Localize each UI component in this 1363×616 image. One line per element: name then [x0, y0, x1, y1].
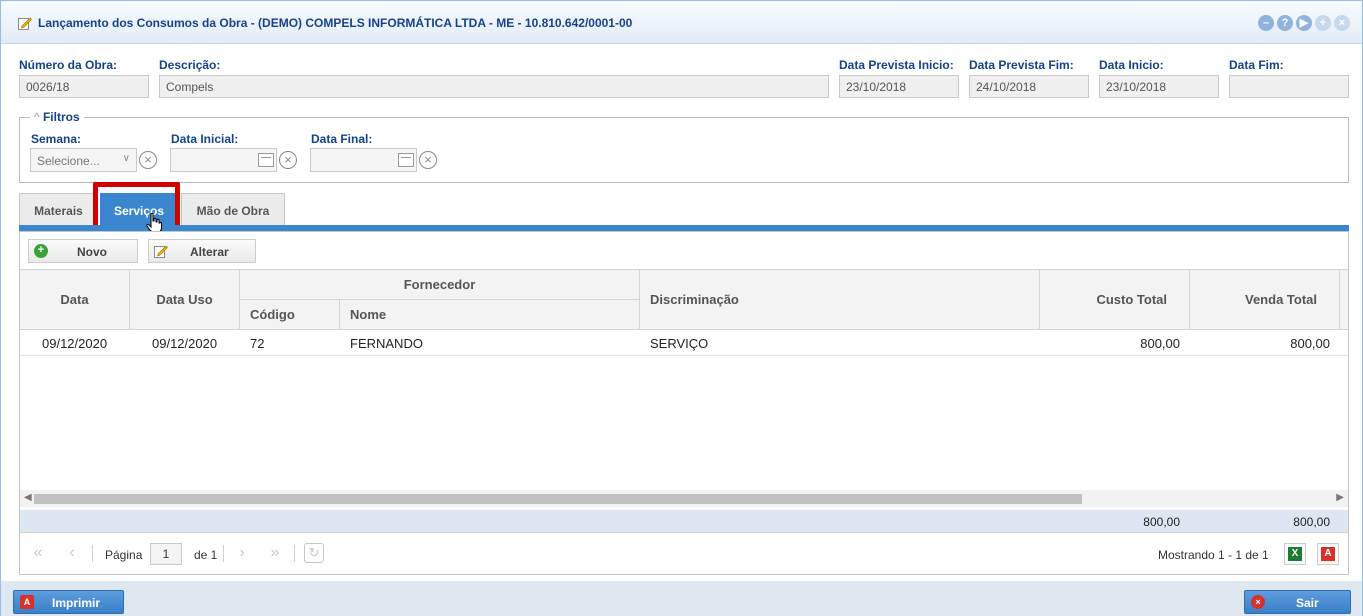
scroll-left-icon[interactable]: ◀: [24, 492, 32, 503]
export-pdf-button[interactable]: A: [1317, 543, 1339, 565]
servicos-grid: + Novo Alterar Data Data Uso Fornecedor …: [19, 231, 1349, 575]
pdf-icon: A: [20, 595, 34, 609]
minimize-icon[interactable]: –: [1258, 15, 1274, 31]
novo-button[interactable]: + Novo: [28, 239, 138, 263]
imprimir-label: Imprimir: [52, 596, 101, 610]
data-prevista-inicio-field[interactable]: 23/10/2018: [839, 75, 959, 98]
edit-icon: [18, 17, 32, 30]
data-prevista-inicio-label: Data Prevista Inicio:: [839, 58, 954, 72]
page-label: Página: [105, 548, 143, 562]
window-title: Lançamento dos Consumos da Obra - (DEMO)…: [38, 16, 633, 30]
cell-data-uso: 09/12/2020: [152, 336, 218, 351]
excel-icon: X: [1288, 547, 1302, 561]
alterar-label: Alterar: [190, 245, 229, 259]
scroll-right-icon[interactable]: ▶: [1336, 492, 1344, 503]
descricao-label: Descrição:: [159, 58, 221, 72]
data-fim-field[interactable]: [1229, 75, 1349, 98]
grid-header: Data Data Uso Fornecedor Código Nome Dis…: [20, 269, 1348, 330]
calendar-icon[interactable]: [398, 153, 414, 167]
col-nome[interactable]: Nome: [340, 300, 640, 329]
help-icon[interactable]: ?: [1277, 15, 1293, 31]
cell-custo-total: 800,00: [1140, 336, 1180, 351]
filtros-fieldset: ^ Filtros: [19, 110, 1349, 183]
sair-label: Sair: [1296, 596, 1319, 610]
hand-cursor-icon: [146, 213, 162, 233]
pdf-icon: A: [1321, 547, 1335, 561]
last-page-icon[interactable]: »: [265, 543, 285, 563]
data-inicial-label: Data Inicial:: [171, 132, 239, 146]
data-prevista-fim-label: Data Prevista Fim:: [969, 58, 1074, 72]
clear-data-final-icon[interactable]: ×: [419, 151, 437, 169]
semana-select[interactable]: Selecione... ∨: [30, 148, 137, 172]
scrollbar-thumb[interactable]: [34, 494, 1082, 504]
cell-codigo: 72: [250, 336, 265, 351]
exit-icon: ×: [1251, 595, 1265, 609]
move-icon[interactable]: +: [1315, 15, 1331, 31]
clear-semana-icon[interactable]: ×: [139, 151, 157, 169]
filtros-legend-text: Filtros: [42, 110, 80, 124]
col-venda-total[interactable]: Venda Total: [1190, 270, 1340, 329]
pager-separator: [92, 545, 93, 562]
pager-separator: [294, 545, 295, 562]
page-of-label: de 1: [194, 548, 218, 562]
data-fim-label: Data Fim:: [1229, 58, 1284, 72]
col-custo-total[interactable]: Custo Total: [1040, 270, 1190, 329]
col-codigo[interactable]: Código: [240, 300, 340, 329]
filtros-legend[interactable]: ^ Filtros: [30, 110, 84, 124]
prev-page-icon[interactable]: ‹: [62, 543, 82, 563]
title-bar: Lançamento dos Consumos da Obra - (DEMO)…: [1, 1, 1362, 44]
descricao-field[interactable]: Compels: [159, 75, 829, 98]
cell-discriminacao: SERVIÇO: [650, 336, 709, 351]
semana-placeholder: Selecione...: [37, 154, 100, 168]
page-input[interactable]: 1: [150, 543, 182, 565]
data-final-label: Data Final:: [311, 132, 373, 146]
tab-materais[interactable]: Materais: [19, 193, 98, 225]
calendar-icon[interactable]: [258, 153, 274, 167]
refresh-icon[interactable]: ↻: [304, 543, 324, 563]
sair-button[interactable]: × Sair: [1244, 590, 1351, 614]
window-tools: – ? ▶ + ×: [1258, 15, 1350, 31]
window: Lançamento dos Consumos da Obra - (DEMO)…: [0, 0, 1363, 616]
numero-obra-field[interactable]: 0026/18: [19, 75, 149, 98]
cell-data: 09/12/2020: [42, 336, 108, 351]
next-page-icon[interactable]: ›: [232, 543, 252, 563]
data-prevista-fim-field[interactable]: 24/10/2018: [969, 75, 1089, 98]
close-icon[interactable]: ×: [1334, 15, 1350, 31]
table-row[interactable]: 09/12/2020 09/12/2020 72 FERNANDO SERVIÇ…: [20, 330, 1348, 356]
col-data[interactable]: Data: [20, 270, 130, 329]
imprimir-button[interactable]: A Imprimir: [13, 590, 124, 614]
alterar-button[interactable]: Alterar: [148, 239, 256, 263]
summary-row: 800,00 800,00: [20, 510, 1348, 532]
grid-toolbar: + Novo Alterar: [20, 232, 1348, 269]
export-excel-button[interactable]: X: [1284, 543, 1306, 565]
summary-venda-total: 800,00: [1293, 515, 1330, 529]
add-icon: +: [34, 244, 48, 258]
edit-icon: [154, 245, 168, 258]
data-inicio-field[interactable]: 23/10/2018: [1099, 75, 1219, 98]
next-icon[interactable]: ▶: [1296, 15, 1312, 31]
chevron-down-icon[interactable]: ∨: [123, 153, 130, 164]
footer: A Imprimir × Sair: [1, 581, 1362, 616]
collapse-icon[interactable]: ^: [34, 110, 43, 124]
semana-label: Semana:: [31, 132, 82, 146]
data-inicio-label: Data Inicio:: [1099, 58, 1164, 72]
numero-obra-label: Número da Obra:: [19, 58, 118, 72]
horizontal-scrollbar[interactable]: ◀ ▶: [20, 490, 1348, 507]
pager-separator: [223, 545, 224, 562]
first-page-icon[interactable]: «: [28, 543, 48, 563]
col-discriminacao[interactable]: Discriminação: [640, 270, 1040, 329]
clear-data-inicial-icon[interactable]: ×: [279, 151, 297, 169]
cell-venda-total: 800,00: [1290, 336, 1330, 351]
cell-nome: FERNANDO: [350, 336, 423, 351]
col-fornecedor[interactable]: Fornecedor: [240, 270, 640, 300]
col-data-uso[interactable]: Data Uso: [130, 270, 240, 329]
tab-mao-de-obra[interactable]: Mão de Obra: [181, 193, 285, 225]
novo-label: Novo: [77, 245, 107, 259]
summary-custo-total: 800,00: [1143, 515, 1180, 529]
showing-text: Mostrando 1 - 1 de 1: [1158, 548, 1269, 562]
pager-toolbar: « ‹ Página 1 de 1 › » ↻ Mostrando 1 - 1 …: [20, 532, 1348, 574]
